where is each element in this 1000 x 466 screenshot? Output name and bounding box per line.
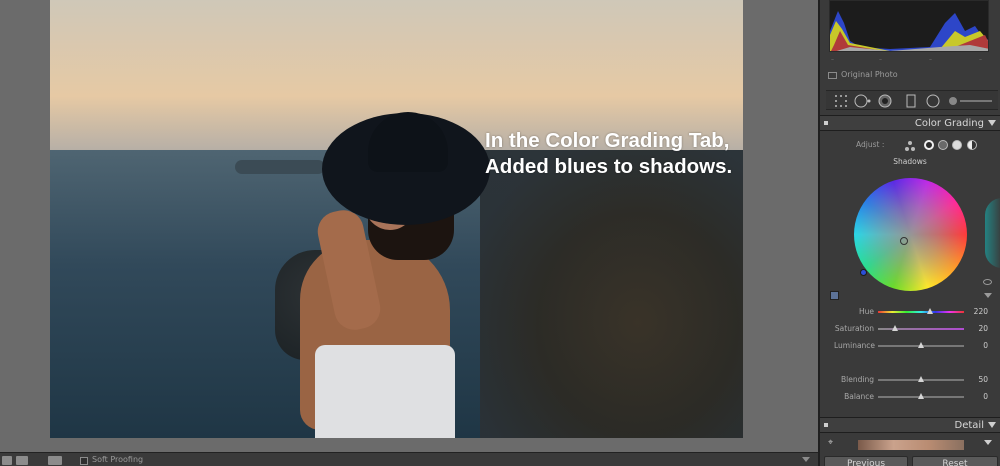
annotation-text: In the Color Grading Tab, Added blues to… xyxy=(485,128,732,180)
radial-filter-icon[interactable] xyxy=(926,94,940,108)
bottom-toolbar: Soft Proofing xyxy=(0,452,818,466)
slider-thumb[interactable] xyxy=(927,308,934,314)
color-wheel-pointer[interactable] xyxy=(860,269,867,276)
color-wheel-handle[interactable] xyxy=(900,237,908,245)
slider-thumb[interactable] xyxy=(918,376,924,382)
adjust-label: Adjust : xyxy=(856,140,885,149)
color-swatch[interactable] xyxy=(830,291,839,300)
photo-dress xyxy=(315,345,455,438)
slider-thumb[interactable] xyxy=(918,342,924,348)
adjust-mode-row: Adjust : xyxy=(852,138,997,152)
detail-title: Detail xyxy=(954,420,984,431)
global-mode-icon[interactable] xyxy=(967,140,977,150)
slider-value[interactable]: 220 xyxy=(964,307,988,316)
slider-label: Blending xyxy=(841,375,874,384)
slider-track[interactable] xyxy=(878,328,964,330)
color-grading-title: Color Grading xyxy=(914,118,984,129)
saturation-slider[interactable]: Saturation 20 xyxy=(834,323,1000,335)
brush-size-slider-icon[interactable] xyxy=(948,94,994,108)
hue-slider[interactable]: Hue 220 xyxy=(834,306,1000,318)
slider-label: Balance xyxy=(844,392,874,401)
histogram-ticks: – – – – xyxy=(829,56,989,63)
slider-value[interactable]: 0 xyxy=(964,341,988,350)
histogram-tick: – xyxy=(979,56,982,63)
luminance-slider[interactable]: Luminance 0 xyxy=(834,340,1000,352)
photo-cliff xyxy=(480,150,743,438)
next-wheel-preview xyxy=(985,198,1000,268)
histogram xyxy=(829,0,989,52)
before-after-icon[interactable] xyxy=(16,456,28,465)
detail-preview-thumbnail xyxy=(858,440,964,450)
target-adjust-icon[interactable]: ⌖ xyxy=(828,438,833,448)
midtones-mode-icon[interactable] xyxy=(938,140,948,150)
slider-label: Hue xyxy=(858,307,874,316)
slider-value[interactable]: 0 xyxy=(964,392,988,401)
shadows-color-wheel[interactable] xyxy=(854,178,967,291)
collapse-arrow-icon[interactable] xyxy=(988,120,996,126)
histogram-tick: – xyxy=(879,56,882,63)
annotation-line-1: In the Color Grading Tab, xyxy=(485,129,730,152)
blending-slider[interactable]: Blending 50 xyxy=(834,374,1000,386)
balance-slider[interactable]: Balance 0 xyxy=(834,391,1000,403)
red-eye-icon[interactable] xyxy=(878,94,892,108)
lightroom-window: In the Color Grading Tab, Added blues to… xyxy=(0,0,1000,466)
highlights-mode-icon[interactable] xyxy=(952,140,962,150)
soft-proofing-label: Soft Proofing xyxy=(92,455,144,464)
histogram-tick: – xyxy=(929,56,932,63)
spot-removal-icon[interactable] xyxy=(854,94,872,108)
slider-track[interactable] xyxy=(878,311,964,313)
tool-strip xyxy=(826,90,998,110)
slider-value[interactable]: 50 xyxy=(964,375,988,384)
edited-photo xyxy=(50,0,743,438)
collapse-arrow-icon[interactable] xyxy=(988,422,996,428)
original-photo-icon xyxy=(828,72,837,79)
original-photo-label: Original Photo xyxy=(841,70,898,79)
three-way-mode-icon[interactable] xyxy=(904,140,916,152)
reset-button[interactable]: Reset xyxy=(912,456,998,466)
slider-label: Saturation xyxy=(834,324,874,333)
graduated-filter-icon[interactable] xyxy=(906,94,916,108)
selected-region-label: Shadows xyxy=(893,157,927,166)
crop-overlay-icon[interactable] xyxy=(834,94,848,108)
image-canvas[interactable]: In the Color Grading Tab, Added blues to… xyxy=(0,0,818,452)
expand-arrow-icon[interactable] xyxy=(984,293,992,298)
histogram-tick: – xyxy=(831,56,834,63)
detail-preview-arrow-icon[interactable] xyxy=(984,440,992,445)
panel-switch-icon[interactable] xyxy=(824,121,828,125)
previous-button[interactable]: Previous xyxy=(824,456,908,466)
soft-proofing-checkbox[interactable] xyxy=(80,457,88,465)
slider-thumb[interactable] xyxy=(918,393,924,399)
annotation-line-2: Added blues to shadows. xyxy=(485,155,733,178)
slider-thumb[interactable] xyxy=(892,325,899,331)
eye-icon[interactable] xyxy=(983,279,992,285)
histogram-graph xyxy=(830,11,988,51)
photo-island xyxy=(235,160,325,174)
loupe-view-icon[interactable] xyxy=(2,456,12,465)
slider-label: Luminance xyxy=(834,341,876,350)
color-grading-header[interactable]: Color Grading xyxy=(820,115,1000,131)
detail-header[interactable]: Detail xyxy=(820,417,1000,433)
shadows-mode-icon[interactable] xyxy=(924,140,934,150)
toolbar-menu-arrow-icon[interactable] xyxy=(802,457,810,462)
compare-view-icon[interactable] xyxy=(48,456,62,465)
right-panel: – – – – Original Photo Color Grading Adj… xyxy=(818,0,1000,466)
slider-value[interactable]: 20 xyxy=(964,324,988,333)
original-photo-toggle[interactable]: Original Photo xyxy=(828,70,998,82)
panel-switch-icon[interactable] xyxy=(824,423,828,427)
